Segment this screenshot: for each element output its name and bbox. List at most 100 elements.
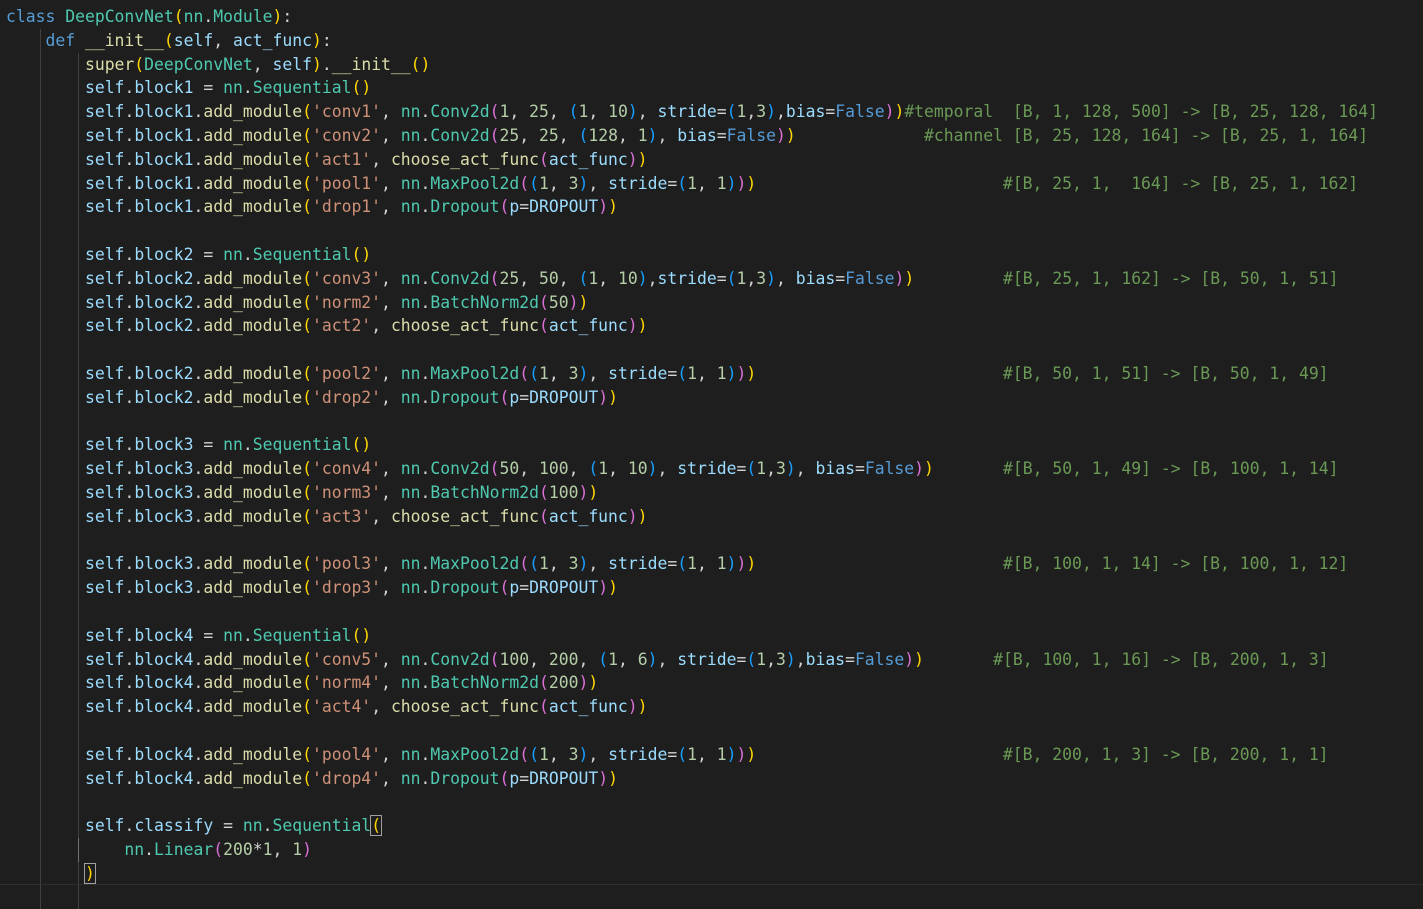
code-line[interactable]: self.block3 = nn.Sequential() [0,433,1423,458]
code-token: 1 [608,649,618,669]
code-line[interactable] [0,528,1423,553]
code-line[interactable]: self.block2.add_module('conv3', nn.Conv2… [0,266,1423,291]
code-line[interactable]: class DeepConvNet(nn.Module): [0,5,1423,29]
code-token: nn [400,197,421,217]
code-line[interactable]: self.block4 = nn.Sequential() [0,623,1423,648]
code-token: . [420,459,431,479]
code-line[interactable]: nn.Linear(200*1, 1) [0,837,1423,862]
code-token: ) [904,268,915,288]
code-token: 1 [687,554,697,574]
code-token: ) [736,744,747,764]
code-editor[interactable]: class DeepConvNet(nn.Module): def __init… [0,0,1423,909]
code-line[interactable] [0,338,1423,362]
code-line[interactable]: self.block4.add_module('norm4', nn.Batch… [0,671,1423,696]
code-token: = [845,649,855,669]
code-line[interactable]: self.block3.add_module('norm3', nn.Batch… [0,480,1423,505]
code-line[interactable]: self.block2.add_module('pool2', nn.MaxPo… [0,361,1423,386]
code-line[interactable] [0,718,1423,743]
code-line[interactable]: self.block4.add_module('drop4', nn.Dropo… [0,766,1423,791]
code-token: 1 [538,173,549,193]
code-token: . [124,554,135,574]
code-token: : [282,7,293,26]
code-token: . [193,649,204,669]
code-line[interactable]: self.block1 = nn.Sequential() [0,76,1423,101]
code-token: 1 [736,102,747,122]
code-token: 'pool2' [311,363,382,383]
code-token: nn [400,578,421,598]
code-token: , [371,316,391,336]
code-token: stride [608,744,668,764]
code-line[interactable]: self.block1.add_module('drop1', nn.Dropo… [0,195,1423,220]
code-token: add_module [203,125,303,145]
code-line[interactable]: self.block2.add_module('drop2', nn.Dropo… [0,385,1423,410]
code-token: nn [400,173,421,193]
code-line[interactable]: self.block4.add_module('conv5', nn.Conv2… [0,647,1423,672]
code-line[interactable]: self.block2 = nn.Sequential() [0,242,1423,267]
code-token: , [637,102,658,122]
code-token: . [420,268,431,288]
code-line[interactable]: self.block1.add_module('act1', choose_ac… [0,147,1423,172]
code-comment: #[B, 25, 1, 162] -> [B, 50, 1, 51] [1003,268,1339,288]
indent-guide [78,790,79,815]
code-token: ( [726,102,737,122]
code-token: . [124,363,135,383]
indent-guide [78,671,79,696]
code-line[interactable] [0,599,1423,624]
code-line[interactable]: super(DeepConvNet, self).__init__() [0,52,1423,77]
code-token: . [193,125,204,145]
code-token: nn [183,7,204,26]
code-line[interactable]: self.block1.add_module('conv2', nn.Conv2… [0,123,1423,148]
indent-guide [78,123,79,148]
code-token: 'conv4' [311,459,382,479]
code-line[interactable]: self.block3.add_module('conv4', nn.Conv2… [0,457,1423,481]
code-token: = [519,768,530,788]
code-token: 25 [539,125,559,145]
code-token: , [795,459,816,479]
code-line[interactable] [0,790,1423,815]
code-token: self [84,149,125,169]
code-token: nn [400,125,421,145]
code-line[interactable]: self.block1.add_module('conv1', nn.Conv2… [0,100,1423,124]
code-token: = [193,435,224,455]
code-line[interactable]: self.classify = nn.Sequential( [0,814,1423,838]
code-token: def [6,30,85,50]
code-line[interactable] [0,884,1423,909]
code-line[interactable]: def __init__(self, act_func): [0,28,1423,53]
code-line[interactable]: self.block3.add_module('drop3', nn.Dropo… [0,576,1423,600]
code-token: . [124,625,135,645]
code-token: ) [736,363,747,383]
code-line[interactable]: self.block3.add_module('pool3', nn.MaxPo… [0,552,1423,577]
code-token: block1 [134,173,194,193]
indent-guide [78,361,79,386]
code-token: , [381,578,401,598]
code-line[interactable]: self.block3.add_module('act3', choose_ac… [0,504,1423,529]
code-token: . [420,649,431,669]
code-token: , [746,268,757,288]
code-token: BatchNorm2d [430,482,539,502]
code-line[interactable] [0,409,1423,434]
code-token: 6 [637,649,648,669]
code-line[interactable]: self.block2.add_module('act2', choose_ac… [0,314,1423,339]
code-token: 'pool1' [311,173,382,193]
code-token: ( [302,768,312,788]
code-line[interactable]: self.block4.add_module('act4', choose_ac… [0,695,1423,719]
code-line[interactable]: self.block2.add_module('norm2', nn.Batch… [0,290,1423,315]
code-token: , [568,459,589,479]
code-token: Conv2d [430,459,490,479]
code-token: 10 [627,459,648,479]
code-token: self [84,173,125,193]
code-line[interactable]: ) [0,861,1423,886]
code-token: . [124,578,135,598]
code-line[interactable]: self.block1.add_module('pool1', nn.MaxPo… [0,171,1423,196]
code-token: ) [578,673,589,693]
code-token: = [193,78,224,98]
code-token: ) [637,316,648,336]
code-token: ( [519,744,530,764]
code-token: 1 [578,102,589,122]
indent-guide [40,742,41,767]
code-line[interactable] [0,219,1423,243]
code-line[interactable]: self.block4.add_module('pool4', nn.MaxPo… [0,742,1423,767]
code-token: , [381,363,401,383]
